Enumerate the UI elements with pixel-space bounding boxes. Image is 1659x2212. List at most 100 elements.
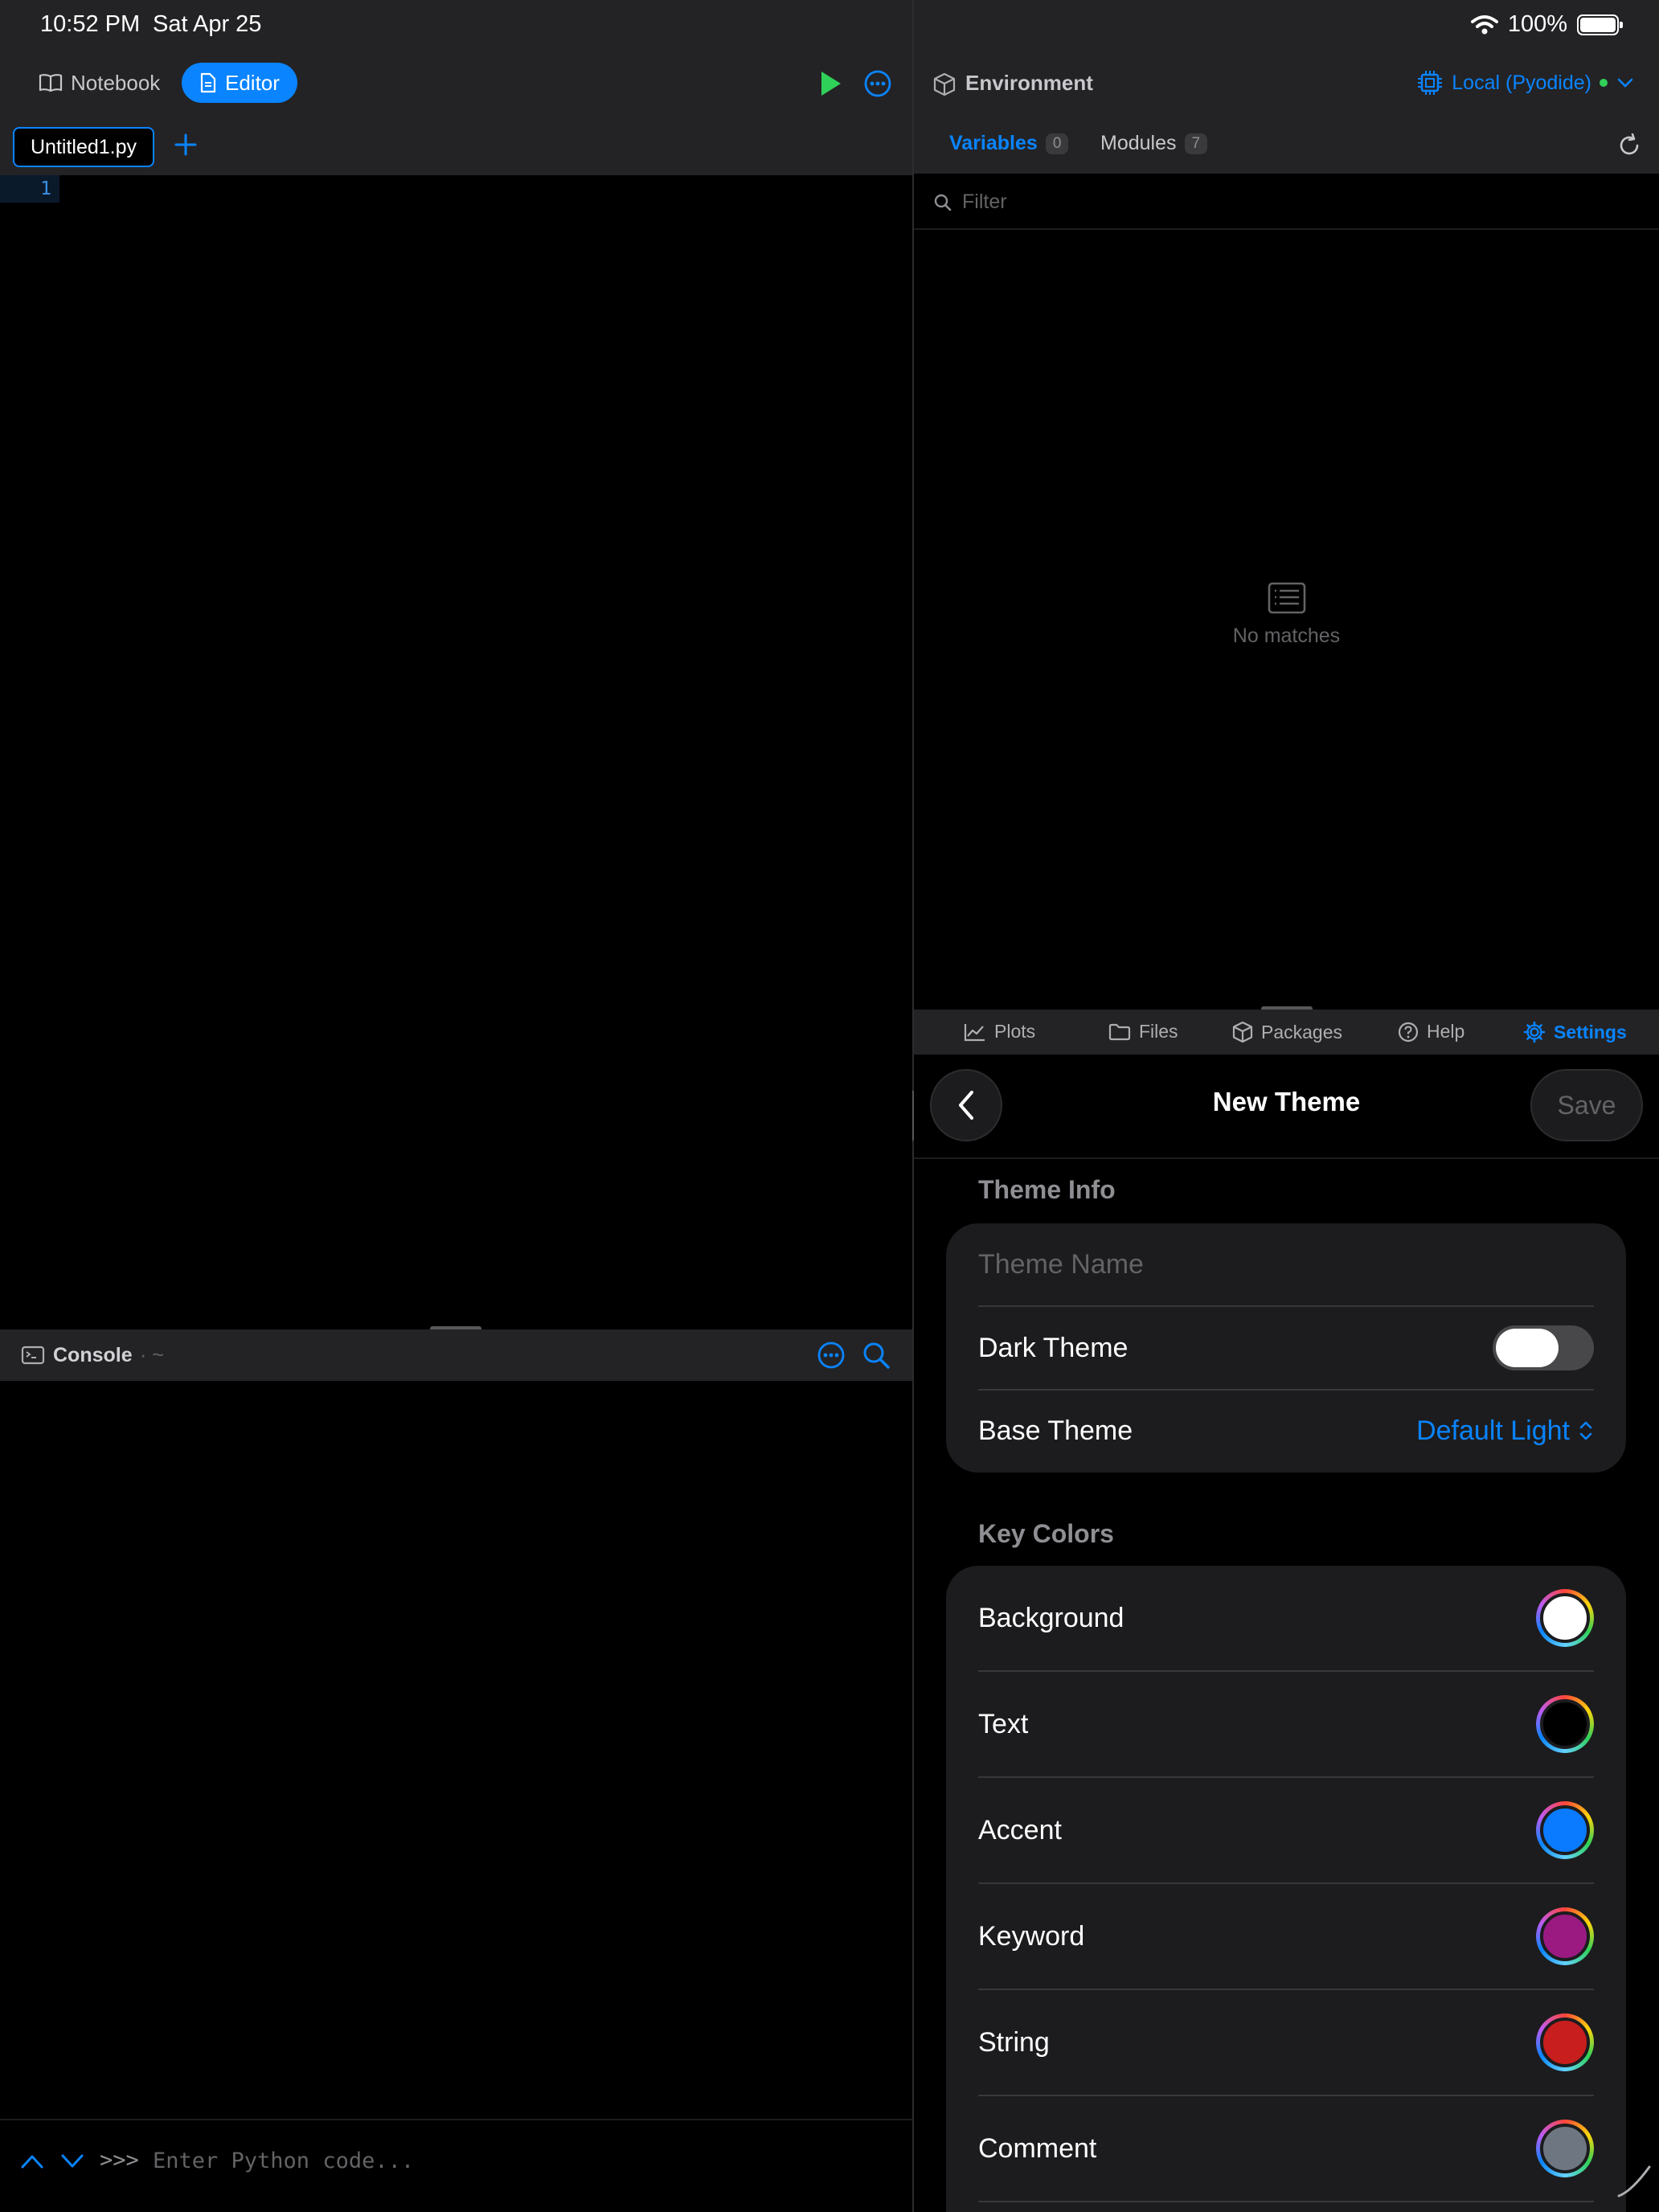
console-title: Console [53,1344,133,1366]
tab-settings-label: Settings [1554,1021,1627,1043]
status-indicators: 100% [1470,11,1623,38]
tab-plots-label: Plots [994,1021,1036,1042]
battery-percent: 100% [1507,11,1567,37]
notebook-mode-button[interactable]: Notebook [21,63,178,103]
toggle-knob [1496,1329,1559,1367]
refresh-icon[interactable] [1617,133,1641,158]
color-well-string[interactable] [1536,2013,1594,2071]
bottom-tab-bar: Plots Files Packages Help Settings [914,1010,1659,1055]
more-options-icon[interactable] [863,69,892,98]
code-editor[interactable]: 1 [0,175,912,1329]
file-tabs: Untitled1.py [0,119,912,175]
gear-icon [1523,1021,1546,1043]
color-well-text[interactable] [1536,1695,1594,1753]
color-label: Text [978,1708,1029,1739]
color-well-comment[interactable] [1536,2120,1594,2177]
base-theme-value: Default Light [1416,1415,1570,1446]
right-pane: Environment Local (Pyodide) Variables 0 … [914,51,1659,2212]
folder-icon [1108,1023,1131,1040]
modules-count-badge: 7 [1184,133,1208,154]
theme-info-header: Theme Info [978,1175,1116,1204]
search-icon [934,194,952,211]
editor-toolbar: Notebook Editor [0,51,912,119]
notebook-label: Notebook [71,70,161,95]
left-pane: Notebook Editor Untitled1.py 1 Console ·… [0,51,912,2212]
color-row-background: Background [978,1566,1594,1672]
color-row-keyword: Keyword [978,1884,1594,1990]
history-up-icon[interactable] [19,2153,45,2170]
empty-state: No matches [914,582,1659,648]
document-icon [200,72,216,93]
theme-name-row [978,1223,1594,1307]
prompt-symbol: >>> [100,2148,139,2173]
color-label: Background [978,1602,1124,1633]
filter-input[interactable] [962,185,1621,219]
theme-name-field[interactable] [978,1240,1594,1288]
console-prompt-bar: >>> [0,2119,912,2212]
tab-modules[interactable]: Modules 7 [1100,132,1208,155]
list-icon [1268,582,1305,614]
base-theme-label: Base Theme [978,1415,1133,1446]
color-swatch [1540,2017,1590,2067]
chevron-up-down-icon [1579,1421,1592,1440]
tab-files[interactable]: Files [1108,1021,1178,1043]
filter-bar [914,174,1659,230]
status-bar: 10:52 PM Sat Apr 25 100% [0,0,1659,51]
battery-icon [1577,14,1623,35]
dark-theme-row: Dark Theme [978,1307,1594,1391]
book-icon [39,74,63,92]
color-label: Comment [978,2132,1097,2164]
tab-modules-label: Modules [1100,132,1177,154]
help-icon [1398,1022,1419,1042]
environment-tabs: Variables 0 Modules 7 [914,117,1659,174]
chevron-down-icon [1617,78,1633,88]
base-theme-picker[interactable]: Default Light [1416,1415,1594,1447]
color-swatch [1540,1593,1590,1643]
line-number: 1 [40,178,51,199]
kernel-selector[interactable]: Local (Pyodide) [1416,69,1635,96]
color-well-background[interactable] [1536,1589,1594,1647]
cpu-icon [1418,71,1443,95]
color-row-text: Text [978,1672,1594,1778]
color-swatch [1540,1805,1590,1855]
terminal-icon [21,1346,45,1365]
dark-theme-toggle[interactable] [1493,1325,1594,1370]
python-input[interactable] [153,2143,876,2178]
environment-title: Environment [965,71,1093,95]
pencil-scribble-icon [1617,2165,1651,2198]
theme-info-card: Dark Theme Base Theme Default Light [946,1223,1626,1473]
add-tab-icon[interactable] [172,131,199,158]
nav-separator [914,1157,1659,1159]
variables-count-badge: 0 [1045,133,1069,154]
console-search-icon[interactable] [862,1341,891,1370]
console-more-icon[interactable] [817,1341,846,1370]
chart-icon [964,1023,985,1041]
tab-packages[interactable]: Packages [1232,1021,1342,1043]
color-swatch [1540,2124,1590,2173]
kernel-name: Local (Pyodide) [1452,71,1591,94]
tab-help[interactable]: Help [1398,1021,1464,1043]
file-tab-untitled1[interactable]: Untitled1.py [13,127,155,167]
save-button[interactable]: Save [1530,1069,1643,1141]
color-label: Keyword [978,1920,1085,1952]
tab-settings[interactable]: Settings [1523,1021,1627,1043]
kernel-status-dot [1600,79,1608,87]
tab-plots[interactable]: Plots [964,1021,1035,1043]
new-theme-panel: New Theme Save Theme Info Dark Theme Bas… [914,1055,1659,2212]
tab-variables[interactable]: Variables 0 [949,132,1069,155]
console-output[interactable] [0,1381,912,2119]
color-well-accent[interactable] [1536,1801,1594,1859]
run-icon[interactable] [817,69,844,98]
tab-variables-label: Variables [949,132,1038,154]
history-down-icon[interactable] [59,2153,85,2170]
key-colors-header: Key Colors [978,1519,1114,1548]
base-theme-row: Base Theme Default Light [978,1389,1594,1473]
console-path: · ~ [140,1344,164,1366]
editor-mode-button[interactable]: Editor [182,63,297,103]
environment-header: Environment Local (Pyodide) [914,51,1659,117]
color-well-keyword[interactable] [1536,1907,1594,1965]
cube-icon [933,72,956,96]
color-swatch [1540,1911,1590,1961]
empty-message: No matches [1232,625,1341,647]
editor-label: Editor [225,70,280,95]
